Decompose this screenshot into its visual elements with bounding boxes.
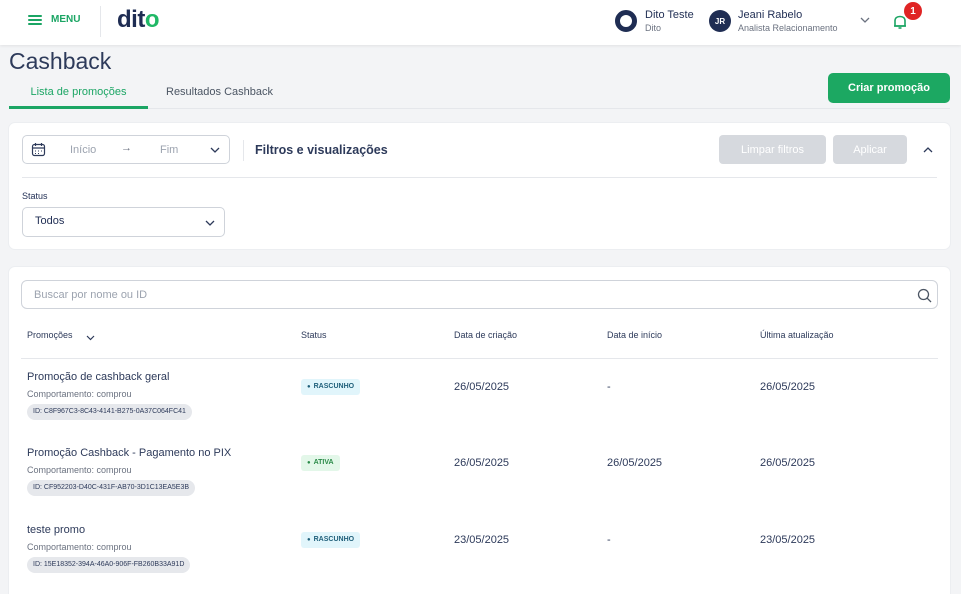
date-end-field[interactable]: Fim	[160, 144, 178, 156]
promotion-id-chip: ID: C8F967C3-8C43-4141-B275-0A37C064FC41	[27, 404, 192, 420]
chevron-up-icon[interactable]	[923, 145, 933, 155]
tab-bar: Lista de promoções Resultados Cashback	[9, 80, 950, 109]
filters-title: Filtros e visualizações	[255, 143, 388, 157]
column-header-updated: Última atualização	[760, 330, 834, 340]
filters-separator	[22, 177, 937, 178]
promotion-name[interactable]: Promoção Cashback - Pagamento no PIX	[27, 447, 231, 459]
status-filter-label: Status	[22, 191, 48, 201]
sort-chevron-icon[interactable]	[86, 333, 95, 342]
tab-cashback-results[interactable]: Resultados Cashback	[166, 86, 273, 98]
search-icon[interactable]	[917, 288, 932, 303]
status-badge: ATIVA	[301, 455, 340, 471]
created-date: 26/05/2025	[454, 457, 510, 469]
header-divider	[100, 6, 101, 37]
calendar-icon	[31, 143, 46, 157]
updated-date: 23/05/2025	[760, 534, 816, 546]
clear-filters-button[interactable]: Limpar filtros	[719, 135, 826, 164]
menu-label: MENU	[51, 14, 81, 25]
avatar: JR	[709, 10, 731, 32]
account-name: Dito Teste	[645, 9, 694, 21]
date-start-field[interactable]: Início	[70, 144, 96, 156]
date-range-picker[interactable]: Início → Fim	[22, 135, 230, 164]
logo-text: dit	[117, 6, 145, 33]
updated-date: 26/05/2025	[760, 457, 816, 469]
search-box	[21, 280, 938, 309]
tab-promotions-list[interactable]: Lista de promoções	[9, 86, 148, 109]
table-row[interactable]: teste promo Comportamento: comprou ID: 1…	[9, 524, 950, 594]
promotion-name[interactable]: Promoção de cashback geral	[27, 371, 169, 383]
apply-filters-button[interactable]: Aplicar	[833, 135, 907, 164]
status-filter-value: Todos	[35, 215, 65, 227]
table-row[interactable]: Promoção de cashback geral Comportamento…	[9, 371, 950, 447]
user-menu[interactable]: JR Jeani Rabelo Analista Relacionamento	[709, 9, 838, 33]
promotion-id-chip: ID: CF952203-D40C-431F-AB70-3D1C13EA5E3B	[27, 480, 196, 496]
account-switcher[interactable]: Dito Teste Dito	[615, 9, 694, 33]
status-badge: RASCUNHO	[301, 532, 361, 548]
table-header-divider	[21, 358, 938, 359]
page-title: Cashback	[9, 48, 112, 74]
account-logo-icon	[615, 10, 637, 32]
column-header-promotions[interactable]: Promoções	[27, 330, 73, 340]
notification-badge: 1	[904, 2, 922, 20]
start-date: 26/05/2025	[607, 457, 663, 469]
status-filter-select[interactable]: Todos	[22, 207, 225, 237]
promotion-behavior: Comportamento: comprou	[27, 542, 132, 552]
top-bar: MENU dito Dito Teste Dito JR Jeani Rabel…	[0, 0, 961, 45]
updated-date: 26/05/2025	[760, 381, 816, 393]
column-header-status: Status	[301, 330, 327, 340]
start-date: -	[607, 534, 611, 546]
chevron-down-icon[interactable]	[210, 145, 220, 155]
dito-logo[interactable]: dito	[117, 6, 160, 34]
logo-dot: o	[144, 6, 160, 33]
column-header-created: Data de criação	[454, 330, 518, 340]
created-date: 23/05/2025	[454, 534, 510, 546]
promotions-table: Promoções Status Data de criação Data de…	[9, 267, 950, 594]
user-role: Analista Relacionamento	[738, 23, 838, 33]
promotion-behavior: Comportamento: comprou	[27, 465, 132, 475]
promotion-name[interactable]: teste promo	[27, 524, 85, 536]
start-date: -	[607, 381, 611, 393]
search-input[interactable]	[22, 281, 902, 308]
arrow-right-icon: →	[121, 142, 132, 154]
user-name: Jeani Rabelo	[738, 9, 803, 21]
column-header-start: Data de início	[607, 330, 663, 340]
chevron-down-icon[interactable]	[860, 15, 870, 25]
created-date: 26/05/2025	[454, 381, 510, 393]
chevron-down-icon	[205, 220, 215, 226]
promotion-id-chip: ID: 15E18352-394A-46A0-906F-FB260B33A91D	[27, 557, 191, 573]
menu-button[interactable]: MENU	[28, 14, 80, 25]
promotion-behavior: Comportamento: comprou	[27, 389, 132, 399]
status-badge: RASCUNHO	[301, 379, 361, 395]
account-sub: Dito	[645, 23, 662, 33]
filters-divider	[243, 140, 244, 161]
table-row[interactable]: Promoção Cashback - Pagamento no PIX Com…	[9, 447, 950, 523]
filters-panel: Início → Fim Filtros e visualizações Lim…	[9, 123, 950, 249]
hamburger-icon	[28, 14, 42, 25]
create-promotion-button[interactable]: Criar promoção	[828, 73, 950, 103]
